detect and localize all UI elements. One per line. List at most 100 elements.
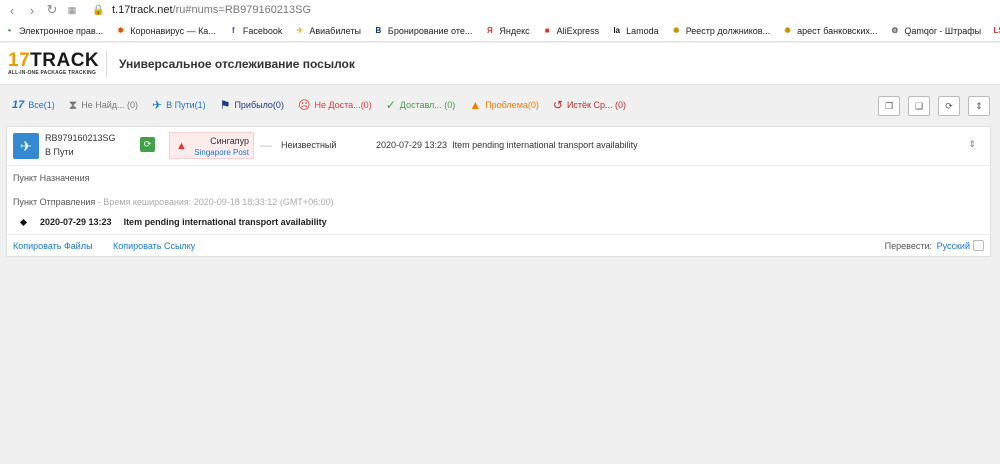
warning-icon: ▲ bbox=[469, 98, 482, 112]
last-event-desc: Item pending international transport ava… bbox=[452, 140, 638, 150]
tab-status[interactable]: ↺ Истёк Ср... (0) bbox=[553, 98, 626, 112]
origin-country: Сингапур bbox=[210, 136, 249, 146]
destination-label: Пункт Назначения bbox=[13, 173, 90, 183]
bookmark-item[interactable]: la Lamoda bbox=[611, 25, 659, 36]
tab-status[interactable]: ⚑ Прибыло(0) bbox=[220, 98, 284, 112]
yandex-icon: Я bbox=[487, 26, 493, 35]
bookmark-label: Электронное прав... bbox=[19, 25, 104, 36]
bookmark-item[interactable]: f Facebook bbox=[228, 25, 282, 36]
apps-grid-icon[interactable]: ▦ bbox=[62, 5, 82, 16]
gear-icon: ⚙ bbox=[891, 26, 899, 35]
event-time: 2020-07-29 13:23 bbox=[40, 217, 112, 227]
event-desc: Item pending international transport ava… bbox=[123, 217, 327, 227]
facebook-icon: f bbox=[231, 26, 235, 35]
url-field[interactable]: t.17track.net/ru#nums=RB979160213SG bbox=[112, 4, 311, 16]
bookmark-item[interactable]: ■ AliExpress bbox=[542, 25, 600, 36]
origin-label: Пункт Отправления - Время кеширования: 2… bbox=[13, 197, 334, 207]
flag-icon: ⚑ bbox=[219, 98, 231, 112]
lock-icon[interactable]: 🔒 bbox=[92, 5, 104, 16]
lamoda-icon: la bbox=[613, 26, 620, 35]
bookmark-item[interactable]: ⚙ Qamqor - Штрафы bbox=[889, 25, 981, 36]
17track-logo[interactable]: 17TRACK ALL-IN-ONE PACKAGE TRACKING bbox=[8, 50, 100, 76]
bookmarks-bar: • Электронное прав... ✸ Коронавирус — Ка...… bbox=[0, 20, 1000, 42]
expand-icon[interactable]: ⇕ bbox=[968, 96, 990, 116]
copy-all-icon[interactable]: ❑ bbox=[908, 96, 930, 116]
copy-files-link[interactable]: Копировать Файлы bbox=[13, 241, 93, 251]
bookmark-label: Бронирование оте... bbox=[387, 25, 473, 36]
tab-status[interactable]: 17 Все(1) bbox=[12, 99, 55, 111]
bullet-icon bbox=[19, 218, 28, 226]
tab-label: В Пути(1) bbox=[166, 100, 206, 110]
logo-text: 17TRACK bbox=[8, 50, 100, 71]
plane-icon: ✈ bbox=[152, 98, 163, 112]
forward-icon[interactable]: › bbox=[22, 3, 42, 18]
tab-status[interactable]: ▲ Проблема(0) bbox=[469, 98, 539, 112]
translate-checkbox[interactable] bbox=[973, 240, 984, 251]
tab-status[interactable]: ⧗ Не Найд... (0) bbox=[69, 98, 138, 113]
page-title: Универсальное отслеживание посылок bbox=[119, 56, 355, 71]
toolbar: ❐ ❑ ⟳ ⇕ bbox=[870, 96, 990, 116]
origin-box[interactable]: ▲ Сингапур Singapore Post bbox=[169, 132, 254, 159]
event-item: 2020-07-29 13:23 Item pending internatio… bbox=[19, 217, 327, 227]
booking-icon: B bbox=[375, 26, 382, 35]
url-host: t.17track.net bbox=[112, 4, 173, 16]
plane-icon: ✈ bbox=[296, 26, 304, 35]
tracking-number[interactable]: RB979160213SG bbox=[45, 133, 116, 143]
shipment-summary-row[interactable]: ✈ RB979160213SG В Пути ⟳ ▲ Сингапур Sing… bbox=[7, 127, 990, 165]
destination-name: Неизвестный bbox=[281, 140, 337, 150]
bookmark-item[interactable]: Я Яндекс bbox=[484, 25, 530, 36]
bookmark-item[interactable]: ✹ арест банковских... bbox=[782, 25, 877, 36]
tab-label: Проблема(0) bbox=[485, 100, 539, 110]
translate-label: Перевести: bbox=[884, 241, 932, 251]
bookmark-label: Lamoda bbox=[626, 25, 659, 36]
copy-link-link[interactable]: Копировать Ссылку bbox=[113, 241, 195, 251]
tab-status[interactable]: ✈ В Пути(1) bbox=[152, 98, 206, 112]
tab-label: Не Доста...(0) bbox=[314, 100, 372, 110]
refresh-icon[interactable]: ⟳ bbox=[938, 96, 960, 116]
bookmark-label: Яндекс bbox=[499, 25, 530, 36]
17-icon: 17 bbox=[12, 99, 25, 111]
tab-status[interactable]: ☹ Не Доста...(0) bbox=[298, 98, 372, 112]
reload-icon[interactable]: ↻ bbox=[42, 2, 62, 18]
emblem-icon: ✹ bbox=[784, 26, 791, 35]
back-icon[interactable]: ‹ bbox=[2, 3, 22, 18]
header-divider bbox=[106, 50, 107, 77]
tab-label: Прибыло(0) bbox=[234, 100, 284, 110]
more-options-icon[interactable]: ⇕ bbox=[968, 139, 976, 150]
url-path: /ru#nums=RB979160213SG bbox=[172, 4, 312, 16]
bookmark-item[interactable]: ✈ Авиабилеты bbox=[294, 25, 361, 36]
bookmark-item[interactable]: ✸ Коронавирус — Ка... bbox=[115, 25, 215, 36]
cache-info: - Время кеширования: 2020-09-18 18:33:12… bbox=[95, 197, 334, 207]
aliexpress-icon: ■ bbox=[544, 26, 550, 35]
emblem-icon: ✹ bbox=[672, 26, 680, 35]
tab-status[interactable]: ✓ Доставл... (0) bbox=[386, 98, 456, 112]
history-icon: ↺ bbox=[552, 98, 563, 112]
origin-carrier[interactable]: Singapore Post bbox=[194, 148, 249, 157]
transit-arrow-icon: — bbox=[260, 138, 272, 152]
bookmark-label: AliExpress bbox=[556, 25, 600, 36]
tab-label: Истёк Ср... (0) bbox=[566, 100, 626, 110]
bookmark-label: арест банковских... bbox=[797, 25, 878, 36]
last-event-time: 2020-07-29 13:23 bbox=[376, 140, 448, 150]
tab-label: Не Найд... (0) bbox=[81, 100, 138, 110]
translate-language-select[interactable]: Русский bbox=[937, 241, 970, 251]
copy-icon[interactable]: ❐ bbox=[878, 96, 900, 116]
bookmark-label: Qamqor - Штрафы bbox=[904, 25, 982, 36]
gov-icon: • bbox=[8, 26, 11, 35]
site-header: 17TRACK ALL-IN-ONE PACKAGE TRACKING Унив… bbox=[0, 43, 1000, 85]
sync-icon[interactable]: ⟳ bbox=[140, 137, 155, 152]
origin-label-text: Пункт Отправления bbox=[13, 197, 96, 207]
logo-tagline: ALL-IN-ONE PACKAGE TRACKING bbox=[8, 70, 97, 76]
bookmark-item[interactable]: ✹ Реестр должников... bbox=[671, 25, 770, 36]
tab-label: Доставл... (0) bbox=[399, 100, 456, 110]
plane-icon: ✈ bbox=[13, 133, 39, 159]
bookmark-item[interactable]: LSЧто делать, если б... bbox=[993, 25, 1000, 36]
check-icon: ✓ bbox=[385, 98, 396, 112]
status-tabs: 17 Все(1) ⧗ Не Найд... (0) ✈ В Пути(1) ⚑ Прибыл… bbox=[0, 86, 1000, 124]
shipment-card: ✈ RB979160213SG В Пути ⟳ ▲ Сингапур Sing… bbox=[6, 126, 991, 257]
divider bbox=[7, 165, 990, 166]
ls-icon: LS bbox=[993, 26, 1000, 35]
bookmark-item[interactable]: • Электронное прав... bbox=[4, 25, 103, 36]
bookmark-item[interactable]: B Бронирование оте... bbox=[373, 25, 473, 36]
virus-icon: ✸ bbox=[117, 26, 125, 35]
